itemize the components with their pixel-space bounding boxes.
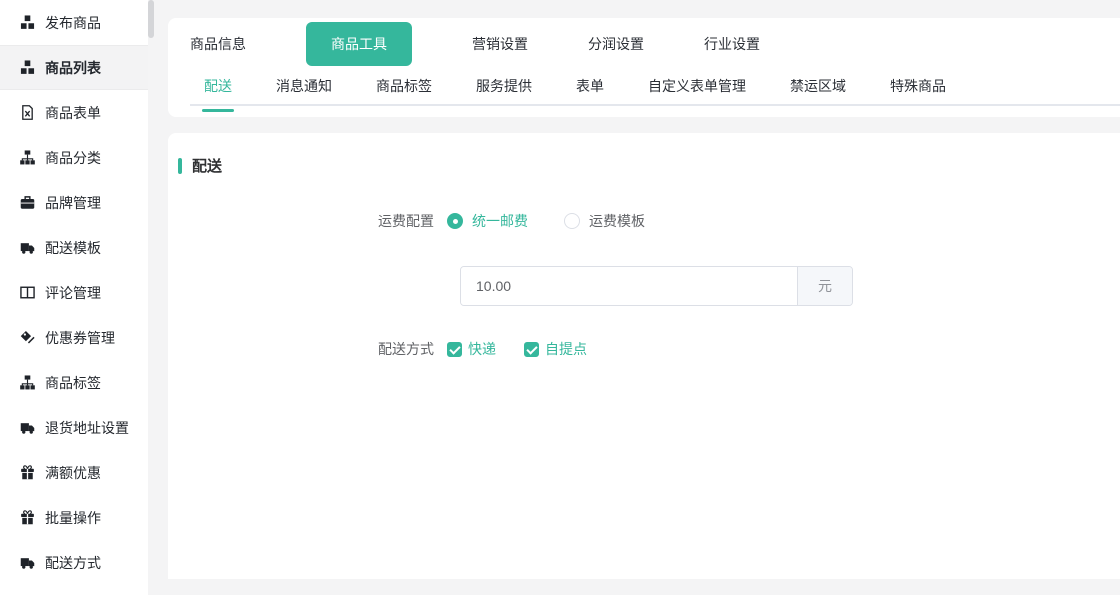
tab-profit-settings[interactable]: 分润设置 xyxy=(588,34,644,54)
subtab-delivery[interactable]: 配送 xyxy=(202,70,234,110)
sidebar-item-full-discount[interactable]: 满额优惠 xyxy=(0,450,148,495)
top-tabs: 商品信息 商品工具 营销设置 分润设置 行业设置 xyxy=(190,18,1120,70)
file-excel-icon xyxy=(20,105,35,120)
sidebar-item-product-form[interactable]: 商品表单 xyxy=(0,90,148,135)
sidebar-item-label: 配送方式 xyxy=(45,553,101,573)
sidebar-item-return-address[interactable]: 退货地址设置 xyxy=(0,405,148,450)
sidebar-item-label: 商品列表 xyxy=(45,58,101,78)
section-header: 配送 xyxy=(178,155,1120,176)
sidebar-item-label: 优惠券管理 xyxy=(45,328,115,348)
postage-input[interactable] xyxy=(461,267,797,305)
freight-config-row: 运费配置 统一邮费 运费模板 xyxy=(178,211,1120,231)
content-panel: 配送 运费配置 统一邮费 运费模板 元 xyxy=(168,133,1120,579)
subtab-product-tags[interactable]: 商品标签 xyxy=(374,70,434,110)
truck-icon xyxy=(20,420,35,435)
sidebar-item-label: 商品分类 xyxy=(45,148,101,168)
radio-unselected-icon xyxy=(564,213,580,229)
radio-label: 统一邮费 xyxy=(472,211,528,231)
sidebar: 发布商品 商品列表 商品表单 商品分类 品牌管理 配送模板 评论管理 优惠券管理… xyxy=(0,0,148,595)
sidebar-item-batch-operation[interactable]: 批量操作 xyxy=(0,495,148,540)
sidebar-item-product-list[interactable]: 商品列表 xyxy=(0,45,148,90)
sidebar-item-label: 发布商品 xyxy=(45,13,101,33)
sitemap-icon xyxy=(20,150,35,165)
tags-icon xyxy=(20,330,35,345)
subtab-special-product[interactable]: 特殊商品 xyxy=(888,70,948,110)
radio-selected-icon xyxy=(447,213,463,229)
tab-product-tools[interactable]: 商品工具 xyxy=(306,22,412,66)
sidebar-item-publish-product[interactable]: 发布商品 xyxy=(0,0,148,45)
sidebar-item-delivery-method[interactable]: 配送方式 xyxy=(0,540,148,585)
checkbox-pickup-point[interactable]: 自提点 xyxy=(524,339,587,359)
sidebar-item-label: 评论管理 xyxy=(45,283,101,303)
tab-marketing-settings[interactable]: 营销设置 xyxy=(472,34,528,54)
radio-freight-template[interactable]: 运费模板 xyxy=(564,211,645,231)
subtab-message-notify[interactable]: 消息通知 xyxy=(274,70,334,110)
briefcase-icon xyxy=(20,195,35,210)
radio-label: 运费模板 xyxy=(589,211,645,231)
subtab-embargo-area[interactable]: 禁运区域 xyxy=(788,70,848,110)
sub-tabs: 配送 消息通知 商品标签 服务提供 表单 自定义表单管理 禁运区域 特殊商品 xyxy=(190,70,1120,106)
postage-unit-suffix: 元 xyxy=(797,267,852,305)
postage-input-row: 元 xyxy=(460,266,1120,306)
sidebar-item-label: 配送模板 xyxy=(45,238,101,258)
checkbox-label: 自提点 xyxy=(545,339,587,359)
checkbox-checked-icon xyxy=(524,342,539,357)
sidebar-item-label: 满额优惠 xyxy=(45,463,101,483)
tabs-panel: 商品信息 商品工具 营销设置 分润设置 行业设置 配送 消息通知 商品标签 服务… xyxy=(168,18,1120,117)
cubes-icon xyxy=(20,60,35,75)
sidebar-item-label: 商品表单 xyxy=(45,103,101,123)
checkbox-label: 快递 xyxy=(468,339,496,359)
sidebar-item-label: 商品标签 xyxy=(45,373,101,393)
sidebar-item-coupon-management[interactable]: 优惠券管理 xyxy=(0,315,148,360)
truck-icon xyxy=(20,555,35,570)
columns-icon xyxy=(20,285,35,300)
delivery-form: 运费配置 统一邮费 运费模板 元 配送方式 xyxy=(178,211,1120,359)
sidebar-item-delivery-template[interactable]: 配送模板 xyxy=(0,225,148,270)
delivery-method-label: 配送方式 xyxy=(178,339,447,359)
section-title: 配送 xyxy=(192,155,222,176)
subtab-form[interactable]: 表单 xyxy=(574,70,606,110)
sidebar-item-label: 品牌管理 xyxy=(45,193,101,213)
sidebar-item-label: 批量操作 xyxy=(45,508,101,528)
sidebar-item-comment-management[interactable]: 评论管理 xyxy=(0,270,148,315)
subtab-service-provide[interactable]: 服务提供 xyxy=(474,70,534,110)
sidebar-item-label: 退货地址设置 xyxy=(45,418,129,438)
checkbox-express[interactable]: 快递 xyxy=(447,339,496,359)
freight-config-label: 运费配置 xyxy=(178,211,447,231)
sidebar-item-brand-management[interactable]: 品牌管理 xyxy=(0,180,148,225)
tab-industry-settings[interactable]: 行业设置 xyxy=(704,34,760,54)
sidebar-item-product-category[interactable]: 商品分类 xyxy=(0,135,148,180)
sidebar-item-product-tags[interactable]: 商品标签 xyxy=(0,360,148,405)
gift-icon xyxy=(20,465,35,480)
sidebar-scrollbar[interactable] xyxy=(148,0,154,38)
sitemap-icon xyxy=(20,375,35,390)
main-area: 商品信息 商品工具 营销设置 分润设置 行业设置 配送 消息通知 商品标签 服务… xyxy=(168,0,1120,595)
truck-icon xyxy=(20,240,35,255)
checkbox-checked-icon xyxy=(447,342,462,357)
gift-icon xyxy=(20,510,35,525)
subtab-custom-form-management[interactable]: 自定义表单管理 xyxy=(646,70,748,110)
delivery-method-row: 配送方式 快递 自提点 xyxy=(178,339,1120,359)
cubes-icon xyxy=(20,15,35,30)
tab-product-info[interactable]: 商品信息 xyxy=(190,34,246,54)
postage-input-group: 元 xyxy=(460,266,853,306)
section-accent-bar xyxy=(178,158,182,174)
radio-unified-postage[interactable]: 统一邮费 xyxy=(447,211,528,231)
